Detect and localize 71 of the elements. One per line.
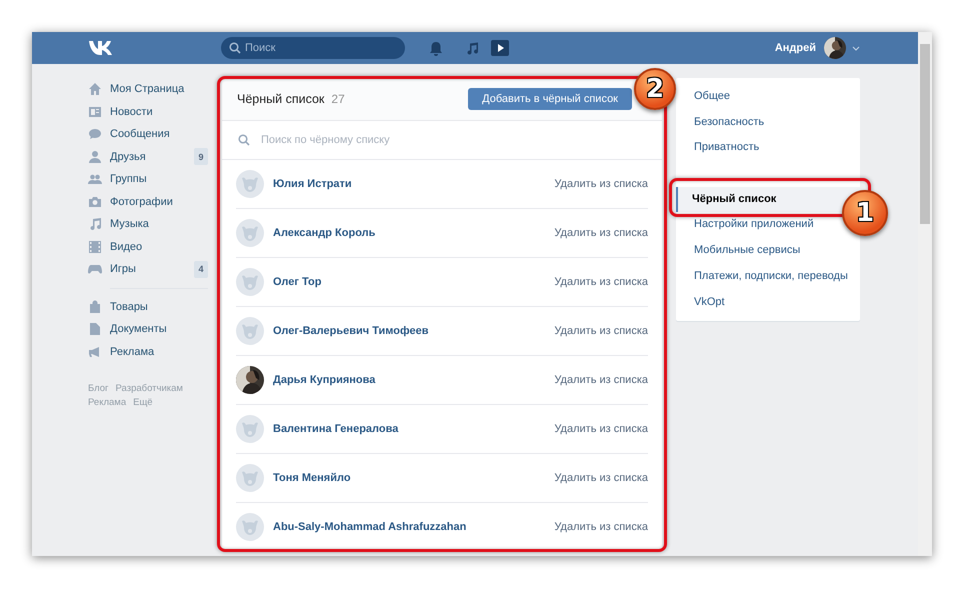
count-badge: 4 [194, 260, 208, 278]
settings-menu-item[interactable]: Приватность [676, 135, 760, 162]
remove-from-list-link[interactable]: Удалить из списка [554, 227, 648, 239]
sidebar-item[interactable]: Новости [88, 100, 208, 123]
remove-from-list-link[interactable]: Удалить из списка [554, 521, 648, 533]
add-to-blacklist-button[interactable]: Добавить в чёрный список [468, 88, 632, 110]
users-icon [88, 172, 102, 186]
sidebar-item[interactable]: Фотографии [88, 190, 208, 213]
remove-from-list-link[interactable]: Удалить из списка [554, 325, 648, 337]
settings-menu-item[interactable]: Безопасность [676, 110, 764, 136]
user-name-link[interactable]: Александр Король [273, 227, 376, 239]
settings-menu-item[interactable]: Чёрный список [676, 186, 860, 212]
default-avatar-icon [236, 513, 264, 541]
search-icon [229, 42, 241, 54]
settings-menu-item[interactable]: VkOpt [676, 290, 725, 316]
blacklist-count: 27 [331, 92, 345, 106]
camera-icon [88, 194, 102, 209]
settings-menu-item[interactable]: Общее [676, 84, 730, 110]
remove-from-list-link[interactable]: Удалить из списка [554, 472, 648, 484]
default-avatar-icon [236, 268, 264, 296]
film-icon [88, 240, 102, 254]
default-avatar-icon [236, 170, 264, 198]
gamepad-icon [88, 262, 102, 276]
settings-menu-item[interactable]: Платежи, подписки, переводы [676, 264, 848, 290]
user-name-link[interactable]: Тоня Меняйло [273, 472, 351, 484]
sidebar-item[interactable]: Товары [88, 296, 208, 318]
user-name-link[interactable]: Олег Тор [273, 276, 322, 288]
default-avatar-icon [236, 317, 264, 345]
settings-menu-item[interactable]: Мобильные сервисы [676, 238, 800, 264]
user-icon [88, 150, 102, 164]
megaphone-icon [88, 344, 102, 359]
bag-icon [88, 300, 102, 314]
remove-from-list-link[interactable]: Удалить из списка [554, 374, 648, 386]
step-number: 2 [634, 68, 676, 110]
step-number: 1 [842, 190, 888, 236]
news-icon [88, 104, 102, 119]
bell-icon[interactable] [429, 40, 443, 56]
chat-icon [88, 127, 102, 142]
sidebar-item[interactable]: Игры 4 [88, 258, 208, 280]
remove-from-list-link[interactable]: Удалить из списка [554, 423, 648, 435]
sidebar-item[interactable]: Группы [88, 168, 208, 190]
music-note-icon[interactable] [465, 40, 479, 56]
user-name-link[interactable]: Abu-Saly-Mohammad Ashrafuzzahan [273, 521, 466, 533]
remove-from-list-link[interactable]: Удалить из списка [554, 178, 648, 190]
panel-title: Чёрный список [237, 92, 324, 106]
default-avatar-icon [236, 464, 264, 492]
search-icon [238, 134, 250, 146]
music-note-icon [88, 217, 102, 232]
sidebar-item[interactable]: Видео [88, 236, 208, 258]
user-name-link[interactable]: Юлия Истрати [273, 178, 352, 190]
home-icon [88, 82, 102, 96]
logo-icon [88, 40, 114, 56]
remove-from-list-link[interactable]: Удалить из списка [554, 276, 648, 288]
settings-menu-item[interactable]: Настройки приложений [676, 212, 814, 238]
document-icon [88, 322, 102, 336]
caret-icon[interactable] [852, 46, 860, 50]
count-badge: 9 [194, 148, 208, 166]
default-avatar-icon [236, 219, 264, 247]
user-name-link[interactable]: Олег-Валерьевич Тимофеев [273, 325, 428, 337]
user-name-link[interactable]: Дарья Куприянова [273, 374, 376, 386]
search-field[interactable]: Поиск [221, 37, 405, 59]
user-name[interactable]: Андрей [774, 42, 816, 54]
user-name-link[interactable]: Валентина Генералова [273, 423, 398, 435]
sidebar-item[interactable]: Сообщения [88, 123, 208, 146]
play-icon[interactable] [491, 40, 509, 56]
sidebar-item[interactable]: Друзья 9 [88, 146, 208, 168]
sidebar-item[interactable]: Документы [88, 318, 208, 340]
sidebar-item[interactable]: Музыка [88, 213, 208, 236]
sidebar-item[interactable]: Реклама [88, 340, 208, 363]
default-avatar-icon [236, 415, 264, 443]
sidebar-item[interactable]: Моя Страница [88, 78, 208, 100]
